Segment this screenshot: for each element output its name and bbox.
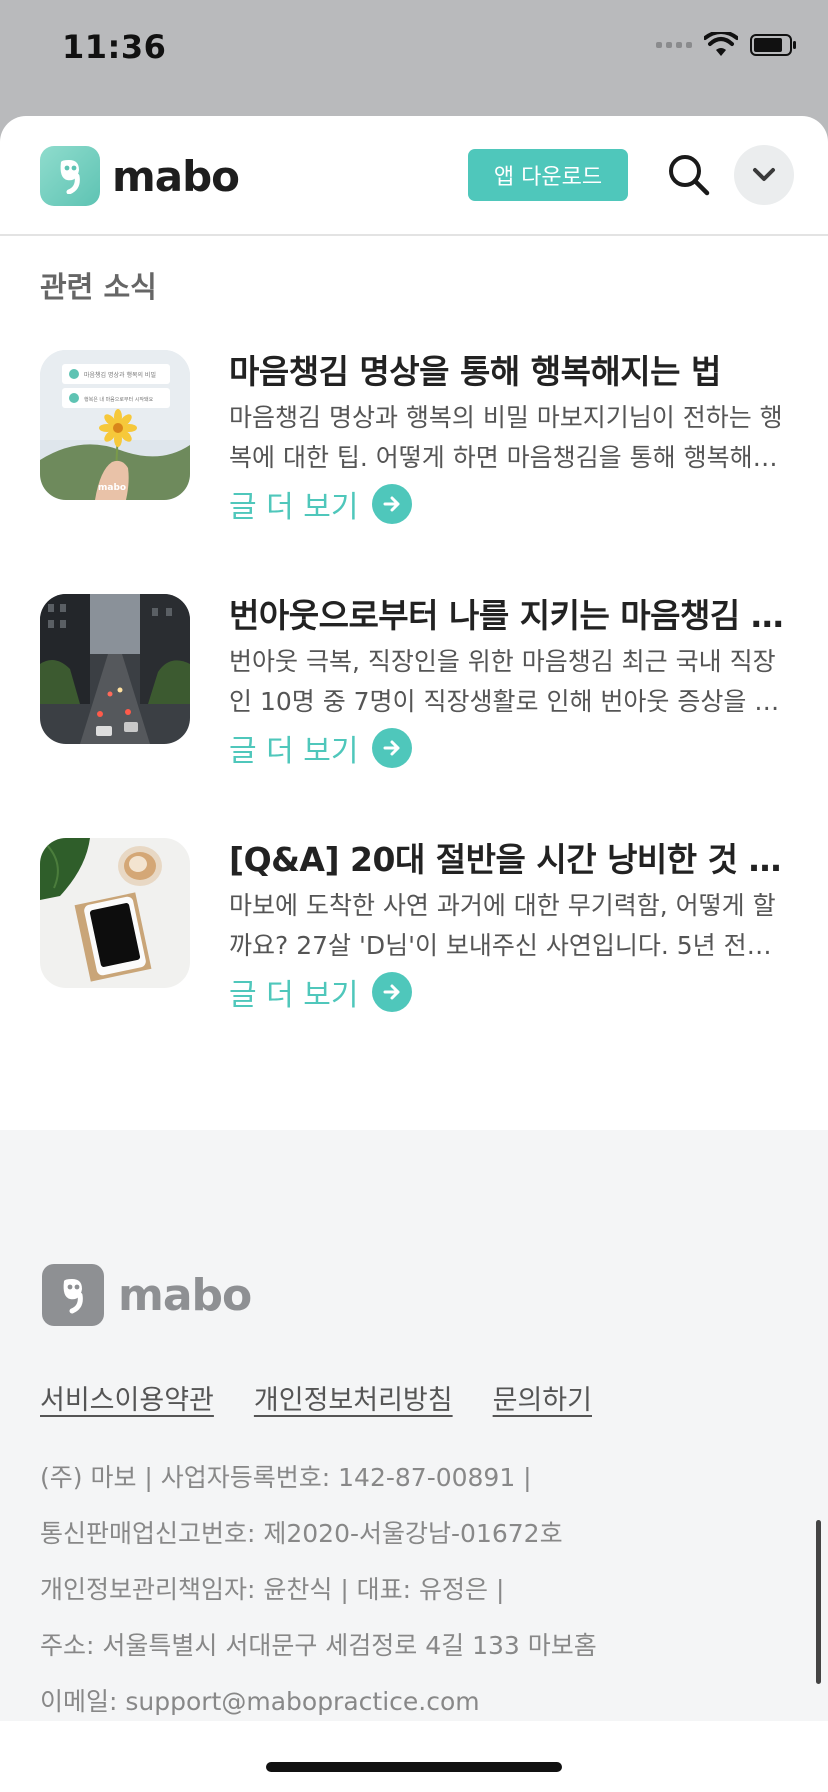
article-description: 번아웃 극복, 직장인을 위한 마음챙김 최근 국내 직장인 10명 중 7명이… bbox=[229, 647, 778, 716]
company-info: (주) 마보 | 사업자등록번호: 142-87-00891 | 통신판매업신고… bbox=[40, 1450, 597, 1721]
read-more-link[interactable]: 글 더 보기 bbox=[229, 726, 789, 770]
article-body: 번아웃으로부터 나를 지키는 마음챙김 방법 번아웃 극복, 직장인을 위한 마… bbox=[229, 594, 789, 770]
article-title[interactable]: 번아웃으로부터 나를 지키는 마음챙김 방법 bbox=[229, 594, 789, 638]
status-time: 11:36 bbox=[62, 28, 167, 66]
contact-link[interactable]: 문의하기 bbox=[493, 1378, 592, 1417]
article-body: [Q&A] 20대 절반을 시간 낭비한 것 같아요 마보에 도착한 사연 과거… bbox=[229, 838, 789, 1014]
article-thumbnail[interactable] bbox=[40, 838, 190, 988]
company-info-line: (주) 마보 | 사업자등록번호: 142-87-00891 | bbox=[40, 1463, 532, 1492]
home-indicator[interactable] bbox=[266, 1762, 562, 1772]
read-more-label: 글 더 보기 bbox=[229, 978, 359, 1013]
content-sheet: mabo 앱 다운로드 관련 소식 마음챙김 명상과 행복의 비밀 행복은 내 … bbox=[0, 116, 828, 1721]
article-title[interactable]: [Q&A] 20대 절반을 시간 낭비한 것 같아요 bbox=[229, 838, 789, 882]
read-more-link[interactable]: 글 더 보기 bbox=[229, 482, 789, 526]
arrow-right-icon bbox=[372, 728, 413, 768]
svg-text:행복은 내 마음으로부터 시작돼요: 행복은 내 마음으로부터 시작돼요 bbox=[84, 396, 154, 403]
read-more-label: 글 더 보기 bbox=[229, 734, 359, 769]
site-footer: mabo 서비스이용약관 개인정보처리방침 문의하기 (주) 마보 | 사업자등… bbox=[0, 1130, 828, 1721]
article-title[interactable]: 마음챙김 명상을 통해 행복해지는 법 bbox=[229, 350, 789, 394]
header-logo[interactable]: mabo bbox=[40, 146, 240, 206]
read-more-link[interactable]: 글 더 보기 bbox=[229, 970, 789, 1014]
scrollbar[interactable] bbox=[816, 1520, 821, 1684]
mabo-logo-icon bbox=[42, 1264, 104, 1326]
search-button[interactable] bbox=[666, 152, 712, 198]
mabo-logo-icon bbox=[40, 146, 100, 206]
article-thumbnail[interactable] bbox=[40, 594, 190, 744]
home-indicator-area bbox=[0, 1721, 828, 1792]
wifi-icon bbox=[704, 32, 738, 56]
article-item[interactable]: 번아웃으로부터 나를 지키는 마음챙김 방법 번아웃 극복, 직장인을 위한 마… bbox=[40, 594, 790, 769]
article-body: 마음챙김 명상을 통해 행복해지는 법 마음챙김 명상과 행복의 비밀 마보지기… bbox=[229, 350, 789, 526]
arrow-right-icon bbox=[372, 972, 413, 1012]
battery-icon bbox=[750, 34, 796, 56]
arrow-right-icon bbox=[372, 484, 413, 524]
section-title: 관련 소식 bbox=[40, 270, 157, 304]
footer-logo-text: mabo bbox=[118, 1269, 252, 1321]
company-info-line: 주소: 서울특별시 서대문구 세검정로 4길 133 마보홈 bbox=[40, 1631, 597, 1660]
menu-toggle-button[interactable] bbox=[734, 145, 794, 205]
footer-links: 서비스이용약관 개인정보처리방침 문의하기 bbox=[40, 1378, 592, 1417]
article-item[interactable]: [Q&A] 20대 절반을 시간 낭비한 것 같아요 마보에 도착한 사연 과거… bbox=[40, 838, 790, 1013]
terms-of-service-link[interactable]: 서비스이용약관 bbox=[40, 1378, 214, 1417]
company-info-line: 개인정보관리책임자: 윤찬식 | 대표: 유정은 | bbox=[40, 1575, 505, 1604]
cellular-signal-icon bbox=[656, 42, 692, 48]
search-icon bbox=[669, 155, 710, 196]
read-more-label: 글 더 보기 bbox=[229, 490, 359, 525]
site-header: mabo 앱 다운로드 bbox=[0, 116, 828, 236]
svg-text:mabo: mabo bbox=[98, 483, 126, 493]
article-item[interactable]: 마음챙김 명상과 행복의 비밀 행복은 내 마음으로부터 시작돼요 mabo 마… bbox=[40, 350, 790, 525]
app-download-button[interactable]: 앱 다운로드 bbox=[468, 149, 628, 201]
privacy-policy-link[interactable]: 개인정보처리방침 bbox=[254, 1378, 453, 1417]
article-thumbnail[interactable]: 마음챙김 명상과 행복의 비밀 행복은 내 마음으로부터 시작돼요 mabo bbox=[40, 350, 190, 500]
svg-text:마음챙김 명상과 행복의 비밀: 마음챙김 명상과 행복의 비밀 bbox=[84, 371, 156, 379]
logo-text: mabo bbox=[112, 151, 240, 201]
chevron-down-icon bbox=[753, 168, 775, 181]
article-description: 마보에 도착한 사연 과거에 대한 무기력함, 어떻게 할까요? 27살 'D님… bbox=[229, 891, 776, 960]
status-icons bbox=[656, 32, 798, 58]
status-bar: 11:36 bbox=[0, 0, 828, 100]
article-description: 마음챙김 명상과 행복의 비밀 마보지기님이 전하는 행복에 대한 팁. 어떻게… bbox=[229, 403, 783, 472]
company-info-line: 이메일: support@mabopractice.com bbox=[40, 1687, 480, 1716]
footer-logo: mabo bbox=[42, 1264, 252, 1326]
company-info-line: 통신판매업신고번호: 제2020-서울강남-01672호 bbox=[40, 1519, 563, 1548]
